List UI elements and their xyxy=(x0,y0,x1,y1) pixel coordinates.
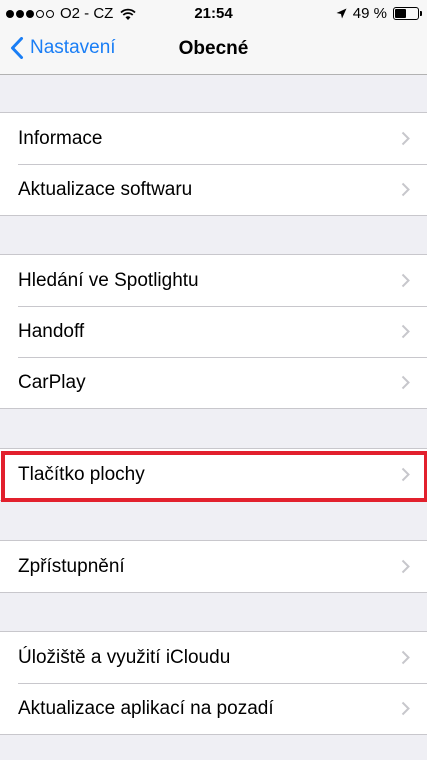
settings-row-aktualizace-aplikaci[interactable]: Aktualizace aplikací na pozadí xyxy=(0,683,427,734)
chevron-right-icon xyxy=(401,324,410,339)
row-label: Zpřístupnění xyxy=(18,556,125,577)
chevron-right-icon xyxy=(401,701,410,716)
status-right: 49 % xyxy=(336,5,422,22)
chevron-right-icon xyxy=(401,273,410,288)
chevron-right-icon xyxy=(401,182,410,197)
settings-row-uloziste-icloud[interactable]: Úložiště a využití iCloudu xyxy=(0,632,427,683)
row-label: Aktualizace aplikací na pozadí xyxy=(18,698,274,719)
row-label: Handoff xyxy=(18,321,85,342)
status-bar: O2 - CZ 21:54 49 % xyxy=(0,0,427,28)
settings-group-home-button: Tlačítko plochy xyxy=(0,448,427,501)
settings-row-spotlight[interactable]: Hledání ve Spotlightu xyxy=(0,255,427,306)
row-label: Informace xyxy=(18,128,103,149)
row-label: CarPlay xyxy=(18,372,86,393)
settings-group-accessibility: Zpřístupnění xyxy=(0,540,427,593)
settings-group-storage: Úložiště a využití iCloudu Aktualizace a… xyxy=(0,631,427,735)
battery-percent: 49 % xyxy=(352,5,387,22)
location-arrow-icon xyxy=(336,8,347,19)
page-title: Obecné xyxy=(178,38,249,59)
settings-row-tlacitko-plochy[interactable]: Tlačítko plochy xyxy=(0,449,427,500)
chevron-right-icon xyxy=(401,650,410,665)
battery-level xyxy=(395,9,406,18)
settings-row-aktualizace-softwaru[interactable]: Aktualizace softwaru xyxy=(0,164,427,215)
settings-row-handoff[interactable]: Handoff xyxy=(0,306,427,357)
row-label: Hledání ve Spotlightu xyxy=(18,270,199,291)
row-label: Úložiště a využití iCloudu xyxy=(18,647,231,668)
settings-row-zpristupneni[interactable]: Zpřístupnění xyxy=(0,541,427,592)
battery-icon xyxy=(393,7,422,20)
navigation-bar: Nastavení Obecné xyxy=(0,28,427,75)
settings-row-informace[interactable]: Informace xyxy=(0,113,427,164)
chevron-right-icon xyxy=(401,467,410,482)
row-label: Tlačítko plochy xyxy=(18,464,145,485)
settings-group-continuity: Hledání ve Spotlightu Handoff CarPlay xyxy=(0,254,427,409)
row-label: Aktualizace softwaru xyxy=(18,179,193,200)
chevron-right-icon xyxy=(401,131,410,146)
settings-group-about: Informace Aktualizace softwaru xyxy=(0,112,427,216)
chevron-right-icon xyxy=(401,559,410,574)
settings-row-carplay[interactable]: CarPlay xyxy=(0,357,427,408)
chevron-right-icon xyxy=(401,375,410,390)
